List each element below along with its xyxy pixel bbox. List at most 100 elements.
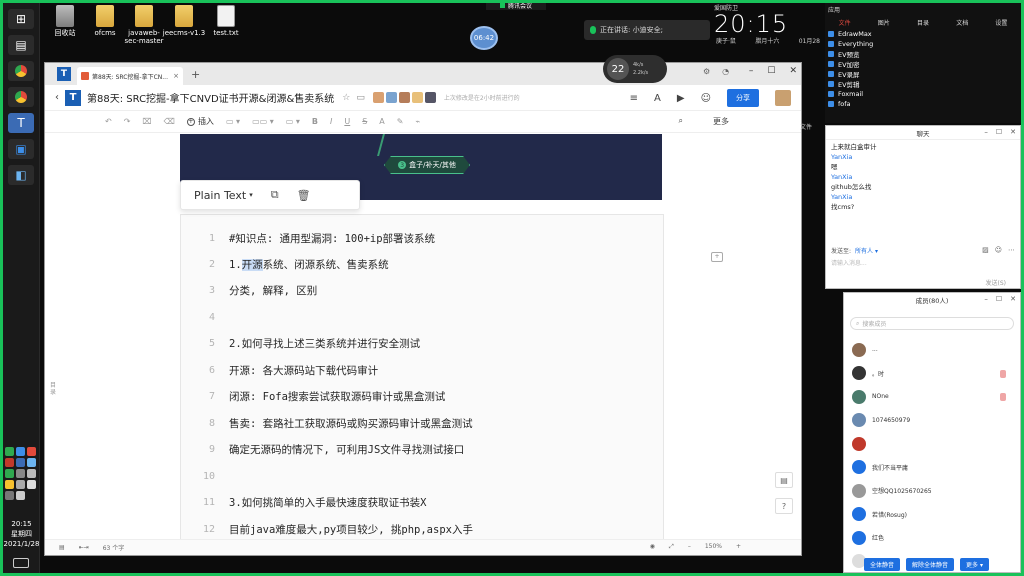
toolbar-more[interactable]: 更多 (713, 116, 729, 127)
member-row[interactable]: 我们不当平庸 (844, 456, 1020, 480)
code-line[interactable]: 10 (181, 463, 663, 489)
zoom-level[interactable]: 150% (705, 543, 722, 551)
tray-wechat-icon[interactable] (5, 447, 14, 456)
unmute-all-button[interactable]: 解除全体静音 (906, 557, 955, 571)
minimize-icon[interactable]: – (984, 295, 988, 303)
app-item[interactable]: EV录屏 (828, 69, 1021, 79)
app-tab-settings[interactable]: 设置 (982, 18, 1021, 27)
muted-mic-icon[interactable] (1000, 369, 1006, 378)
network-speed-widget[interactable]: 22 4k/s 2.2k/s (603, 55, 667, 83)
font-size-dropdown[interactable]: ▭ ▾ (286, 117, 300, 126)
app-tab-docs[interactable]: 文档 (943, 18, 982, 27)
folder-move-icon[interactable]: ▭ (356, 93, 365, 103)
close-window-icon[interactable]: ✕ (789, 66, 797, 76)
meeting-app-icon[interactable]: ▣ (8, 139, 34, 159)
chrome-icon[interactable] (8, 61, 34, 81)
collaborator-avatars[interactable] (372, 92, 436, 103)
help-float-icon[interactable]: ? (775, 498, 793, 514)
emoji-icon[interactable]: ☺ (995, 246, 1002, 254)
font-color-icon[interactable]: A (379, 117, 384, 126)
tray-color-icon[interactable] (5, 480, 14, 489)
send-button[interactable]: 发送(S) (986, 278, 1007, 287)
minimize-icon[interactable]: – (984, 128, 988, 136)
tray-battery-icon[interactable] (16, 480, 25, 489)
member-row[interactable]: NOne (844, 385, 1020, 409)
people-icon[interactable]: ☺ (701, 93, 711, 104)
tray-meeting-icon[interactable] (27, 458, 36, 467)
app-item[interactable]: fofa (828, 99, 1021, 109)
bold-icon[interactable]: B (312, 117, 318, 126)
fullscreen-icon[interactable]: ⤢ (669, 543, 674, 551)
start-windows-icon[interactable]: ⊞ (8, 9, 34, 29)
undo-icon[interactable]: ↶ (105, 117, 112, 126)
font-style-icon[interactable]: A (654, 93, 661, 104)
tray-keyboard-icon[interactable] (5, 491, 14, 500)
tray-mic-icon[interactable] (27, 480, 36, 489)
member-row[interactable]: 。时 (844, 362, 1020, 386)
heading-dropdown[interactable]: ▭ ▾ (226, 117, 240, 126)
muted-mic-icon[interactable] (1000, 393, 1006, 401)
maximize-icon[interactable]: ☐ (996, 295, 1002, 303)
image-icon[interactable]: ▨ (982, 246, 989, 254)
maximize-icon[interactable]: ☐ (996, 128, 1002, 136)
chat-input[interactable]: 请输入消息... (831, 258, 867, 267)
highlight-icon[interactable]: ✎ (397, 117, 404, 126)
code-line[interactable]: 5 2.如何寻找上述三类系统并进行安全测试 (181, 330, 663, 356)
desktop-icon-ofcms[interactable]: ofcms (83, 5, 127, 37)
member-row[interactable]: ... (844, 338, 1020, 362)
share-button[interactable]: 分享 (727, 89, 759, 107)
font-dropdown[interactable]: ▭▭ ▾ (252, 117, 274, 126)
format-painter-icon[interactable]: ⌧ (142, 117, 151, 126)
tray-docs-icon[interactable] (16, 458, 25, 467)
present-icon[interactable]: ◉ (650, 543, 655, 551)
tray-qq-icon[interactable] (16, 447, 25, 456)
file-explorer-icon[interactable]: ▤ (8, 35, 34, 55)
trash-icon[interactable]: 🗑︎ (297, 189, 311, 202)
tray-antivirus-icon[interactable] (27, 447, 36, 456)
tray-volume-icon[interactable] (16, 491, 25, 500)
send-to-dropdown[interactable]: 所有人 ▾ (855, 246, 878, 255)
doc-tab[interactable]: 第88天: SRC挖掘-拿下CN... × (77, 67, 183, 85)
app-item[interactable]: Everything (828, 39, 1021, 49)
member-row[interactable]: 1074650979 (844, 409, 1020, 433)
play-icon[interactable]: ▶ (677, 93, 685, 104)
app-item[interactable]: Foxmail (828, 89, 1021, 99)
tray-app-icon[interactable] (5, 458, 14, 467)
insert-menu[interactable]: + 插入 (186, 116, 214, 127)
code-line[interactable]: 11 3.如何挑简单的入手最快速度获取证书装X (181, 489, 663, 515)
clear-format-icon[interactable]: ⌫ (164, 117, 175, 126)
tencent-docs-icon[interactable]: T (8, 113, 34, 133)
code-line[interactable]: 7 闭源: Fofa搜索尝试获取源码审计或黑盒测试 (181, 383, 663, 409)
more-button[interactable]: 更多 ▾ (960, 557, 989, 571)
desktop-icon-recycle-bin[interactable]: 回收站 (43, 5, 87, 37)
strikethrough-icon[interactable]: S (362, 117, 367, 126)
layout-icon[interactable]: ▤ (59, 544, 65, 551)
taskbar-clock[interactable]: 20:15 星期四 2021/1/28 (3, 519, 40, 549)
code-line[interactable]: 8 售卖: 套路社工获取源码或购买源码审计或黑盒测试 (181, 410, 663, 436)
meeting-top-bar[interactable]: 腾讯会议 (486, 0, 546, 10)
code-line[interactable]: 4 (181, 304, 663, 330)
desktop-icon-test-txt[interactable]: test.txt (204, 5, 248, 37)
app-tab-files[interactable]: 文件 (825, 18, 864, 27)
doc-outline-float-icon[interactable]: ▤ (775, 472, 793, 488)
notification-icon[interactable] (13, 558, 29, 568)
chrome-alt-icon[interactable] (8, 87, 34, 107)
italic-icon[interactable]: I (330, 117, 332, 126)
star-icon[interactable]: ☆ (342, 93, 350, 103)
close-icon[interactable]: ✕ (1010, 295, 1016, 303)
code-line[interactable]: 3 分类, 解释, 区别 (181, 277, 663, 303)
underline-icon[interactable]: U (344, 117, 350, 126)
close-tab-icon[interactable]: × (173, 72, 179, 80)
app-item[interactable]: EV预览 (828, 49, 1021, 59)
user-avatar[interactable] (775, 90, 791, 106)
more-dots-icon[interactable]: ⋯ (1008, 246, 1015, 254)
meeting-timer[interactable]: 06:42 (470, 26, 498, 50)
link-icon[interactable]: ⌁ (415, 117, 420, 126)
app-tab-folders[interactable]: 目录 (903, 18, 942, 27)
doc-title[interactable]: 第88天: SRC挖掘-拿下CNVD证书开源&闭源&售卖系统 (87, 90, 334, 105)
desktop-icon-jeecms[interactable]: jeecms-v1.3 (162, 5, 206, 37)
close-icon[interactable]: ✕ (1010, 128, 1016, 136)
zoom-in-icon[interactable]: + (736, 543, 741, 551)
member-row[interactable]: 红色 (844, 526, 1020, 550)
bell-icon[interactable]: ◔ (722, 67, 729, 76)
